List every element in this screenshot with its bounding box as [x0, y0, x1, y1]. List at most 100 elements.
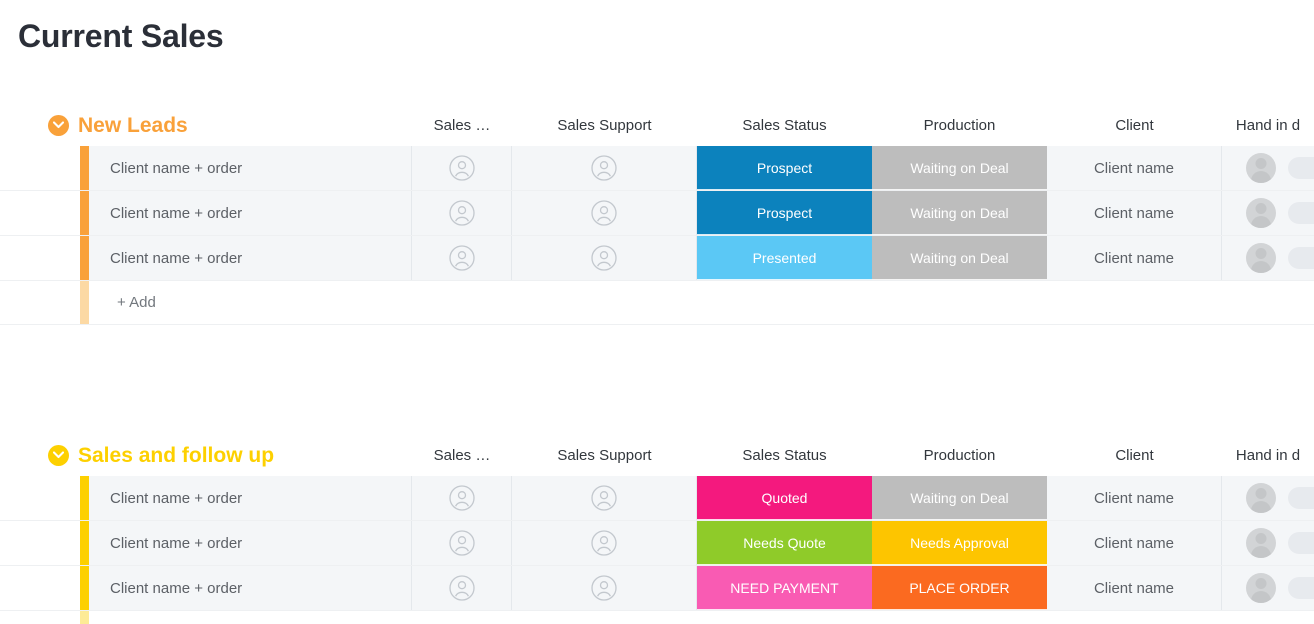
row-gutter[interactable] [0, 191, 80, 235]
row-gutter[interactable] [0, 146, 80, 190]
table-row[interactable]: Client name + order Presented Waiting on D… [0, 236, 1314, 281]
cell-sales-rep[interactable] [412, 191, 512, 235]
cell-sales-rep[interactable] [412, 476, 512, 520]
status-badge-sales-status[interactable]: Quoted [697, 476, 872, 520]
status-badge-sales-status[interactable]: Prospect [697, 146, 872, 190]
status-badge-label: Needs Quote [743, 534, 826, 551]
cell-item-name[interactable]: Client name + order [89, 236, 412, 280]
cell-hand-in-date[interactable] [1222, 146, 1314, 190]
row-gutter [0, 281, 80, 324]
add-item-button[interactable]: + Add [89, 611, 1314, 624]
avatar-placeholder-icon[interactable] [448, 530, 475, 556]
status-badge-production[interactable]: Waiting on Deal [872, 146, 1047, 190]
cell-sales-support[interactable] [512, 191, 697, 235]
column-header-client[interactable]: Client [1047, 434, 1222, 476]
column-header-hand_in[interactable]: Hand in d [1222, 104, 1314, 146]
status-badge-production[interactable]: Waiting on Deal [872, 236, 1047, 280]
column-header-client[interactable]: Client [1047, 104, 1222, 146]
client-name-text: Client name [1093, 489, 1175, 507]
cell-sales-rep[interactable] [412, 146, 512, 190]
cell-client[interactable]: Client name [1047, 191, 1222, 235]
table-row[interactable]: Client name + order NEED PAYMENT PLACE ORD… [0, 566, 1314, 611]
chevron-down-circle-icon[interactable] [48, 114, 69, 136]
column-header-sales_supp[interactable]: Sales Support [512, 104, 697, 146]
cell-client[interactable]: Client name [1047, 566, 1222, 610]
cell-hand-in-date[interactable] [1222, 521, 1314, 565]
cell-sales-rep[interactable] [412, 236, 512, 280]
row-gutter[interactable] [0, 236, 80, 280]
avatar-placeholder-icon[interactable] [448, 485, 475, 511]
status-badge-sales-status[interactable]: Presented [697, 236, 872, 280]
row-accent-bar [80, 281, 89, 324]
cell-client[interactable]: Client name [1047, 146, 1222, 190]
column-header-production[interactable]: Production [872, 434, 1047, 476]
cell-sales-rep[interactable] [412, 521, 512, 565]
column-header-sales_rep[interactable]: Sales … [412, 104, 512, 146]
section-table: Client name + order Quoted Waiting on Deal… [0, 476, 1314, 624]
column-header-sales_rep[interactable]: Sales … [412, 434, 512, 476]
table-row[interactable]: Client name + order Needs Quote Needs Appr… [0, 521, 1314, 566]
status-badge-production[interactable]: Needs Approval [872, 521, 1047, 565]
avatar-placeholder-icon[interactable] [591, 245, 617, 271]
section-title: New Leads [78, 113, 188, 137]
column-header-hand_in[interactable]: Hand in d [1222, 434, 1314, 476]
table-row[interactable]: Client name + order Quoted Waiting on Deal… [0, 476, 1314, 521]
table-row[interactable]: Client name + order Prospect Waiting on De… [0, 146, 1314, 191]
avatar-placeholder-icon[interactable] [591, 530, 617, 556]
cell-hand-in-date[interactable] [1222, 236, 1314, 280]
status-badge-production[interactable]: Waiting on Deal [872, 476, 1047, 520]
row-gutter[interactable] [0, 476, 80, 520]
avatar-placeholder-icon[interactable] [591, 575, 617, 601]
row-gutter[interactable] [0, 566, 80, 610]
cell-client[interactable]: Client name [1047, 476, 1222, 520]
cell-item-name[interactable]: Client name + order [89, 146, 412, 190]
section-toggle-sales-and-follow-up[interactable]: Sales and follow up [48, 434, 274, 476]
status-badge-sales-status[interactable]: Prospect [697, 191, 872, 235]
cell-hand-in-date[interactable] [1222, 191, 1314, 235]
add-item-button[interactable]: + Add [89, 281, 1314, 324]
column-header-production[interactable]: Production [872, 104, 1047, 146]
cell-item-name[interactable]: Client name + order [89, 476, 412, 520]
chevron-down-circle-icon[interactable] [48, 444, 69, 466]
cell-item-name[interactable]: Client name + order [89, 566, 412, 610]
section-toggle-new-leads[interactable]: New Leads [48, 104, 188, 146]
cell-sales-support[interactable] [512, 236, 697, 280]
column-header-sales_stat[interactable]: Sales Status [697, 434, 872, 476]
status-badge-sales-status[interactable]: Needs Quote [697, 521, 872, 565]
avatar-placeholder-icon[interactable] [591, 485, 617, 511]
avatar-placeholder-icon[interactable] [591, 200, 617, 226]
add-row[interactable]: + Add [0, 611, 1314, 624]
avatar-placeholder-icon[interactable] [448, 245, 475, 271]
avatar [1246, 483, 1276, 513]
row-gutter[interactable] [0, 521, 80, 565]
cell-sales-support[interactable] [512, 521, 697, 565]
avatar-placeholder-icon[interactable] [448, 155, 475, 181]
cell-client[interactable]: Client name [1047, 521, 1222, 565]
status-badge-label: Waiting on Deal [910, 204, 1009, 221]
column-header-sales_stat[interactable]: Sales Status [697, 104, 872, 146]
cell-hand-in-date[interactable] [1222, 476, 1314, 520]
avatar-placeholder-icon[interactable] [448, 200, 475, 226]
cell-hand-in-date[interactable] [1222, 566, 1314, 610]
cell-sales-support[interactable] [512, 476, 697, 520]
cell-item-name[interactable]: Client name + order [89, 191, 412, 235]
avatar-placeholder-icon[interactable] [591, 155, 617, 181]
avatar [1246, 153, 1276, 183]
status-badge-label: Quoted [761, 489, 808, 506]
avatar-placeholder-icon[interactable] [448, 575, 475, 601]
status-badge-sales-status[interactable]: NEED PAYMENT [697, 566, 872, 610]
cell-sales-support[interactable] [512, 566, 697, 610]
table-row[interactable]: Client name + order Prospect Waiting on De… [0, 191, 1314, 236]
status-badge-label: Prospect [756, 204, 813, 221]
cell-client[interactable]: Client name [1047, 236, 1222, 280]
status-badge-production[interactable]: Waiting on Deal [872, 191, 1047, 235]
section-table: Client name + order Prospect Waiting on De… [0, 146, 1314, 325]
cell-sales-rep[interactable] [412, 566, 512, 610]
add-row[interactable]: + Add [0, 281, 1314, 325]
column-header-sales_supp[interactable]: Sales Support [512, 434, 697, 476]
avatar [1246, 528, 1276, 558]
section-new-leads: Sales … Sales Support Sales Status Producti… [0, 104, 1314, 325]
cell-item-name[interactable]: Client name + order [89, 521, 412, 565]
status-badge-production[interactable]: PLACE ORDER [872, 566, 1047, 610]
cell-sales-support[interactable] [512, 146, 697, 190]
